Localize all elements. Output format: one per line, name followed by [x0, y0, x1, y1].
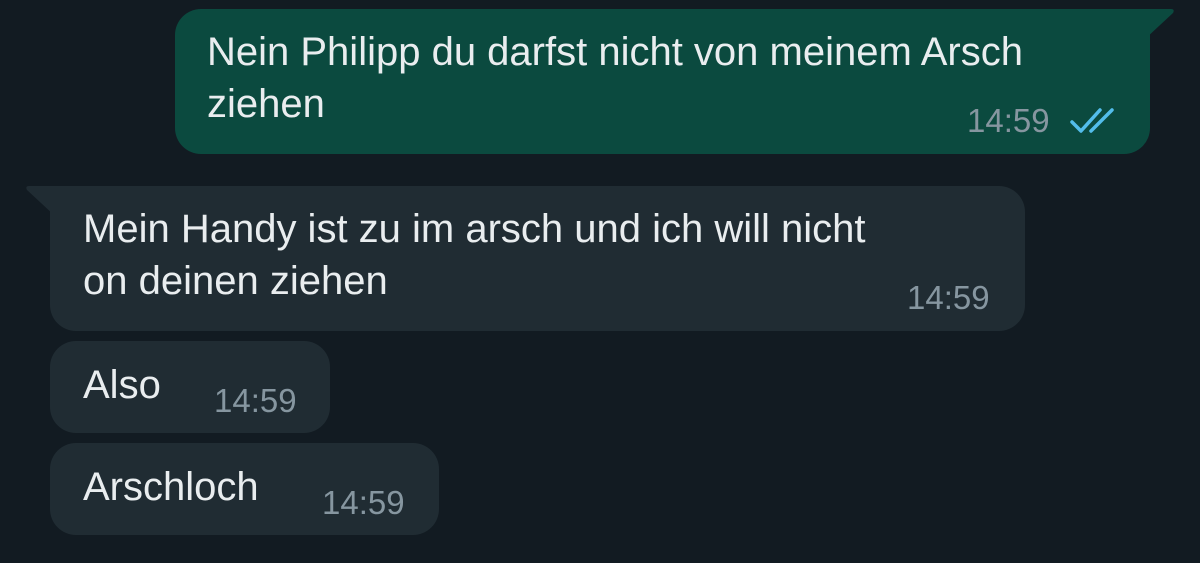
bubble-tail-icon — [26, 186, 55, 216]
bubble-tail-icon — [1145, 9, 1174, 39]
incoming-message-bubble[interactable]: Arschloch 14:59 — [50, 443, 439, 535]
message-timestamp: 14:59 — [214, 382, 297, 419]
message-text: Also — [83, 363, 161, 407]
message-text-line: ziehen — [207, 82, 325, 126]
incoming-message-bubble[interactable]: Also 14:59 — [50, 341, 330, 433]
incoming-message-bubble[interactable]: Mein Handy ist zu im arsch und ich will … — [26, 186, 1025, 331]
message-timestamp: 14:59 — [322, 484, 405, 521]
message-text-line: on deinen ziehen — [83, 259, 388, 303]
outgoing-message-bubble[interactable]: Nein Philipp du darfst nicht von meinem … — [175, 9, 1174, 154]
message-text: Arschloch — [83, 465, 259, 509]
message-text-line: Mein Handy ist zu im arsch und ich will … — [83, 207, 866, 251]
message-text-line: Nein Philipp du darfst nicht von meinem … — [207, 30, 1023, 74]
message-timestamp: 14:59 — [907, 279, 990, 316]
double-check-read-icon — [1070, 108, 1114, 133]
message-timestamp: 14:59 — [967, 102, 1050, 139]
